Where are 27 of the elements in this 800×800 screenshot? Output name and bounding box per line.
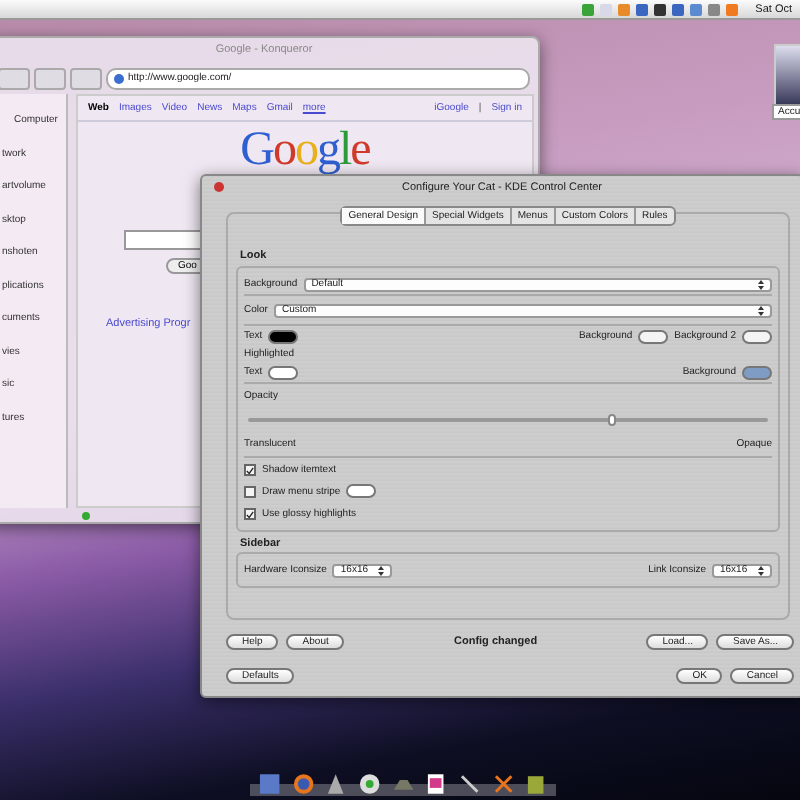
tools-icon[interactable] (491, 772, 515, 796)
spinner-arrows-icon (378, 565, 385, 575)
document-icon[interactable] (424, 772, 449, 796)
spinner-arrows-icon (758, 565, 764, 575)
spinner-arrows-icon (758, 279, 764, 289)
checkmark-icon (246, 465, 254, 475)
close-button[interactable] (214, 182, 224, 192)
color-swatch[interactable] (742, 329, 772, 343)
color-swatch[interactable] (638, 329, 669, 343)
color-swatch[interactable] (742, 365, 772, 379)
trash-icon[interactable] (524, 772, 549, 796)
logo: Google (240, 126, 370, 174)
checkmark-icon (246, 509, 254, 519)
color-swatch[interactable] (268, 329, 299, 343)
checkbox[interactable] (244, 485, 256, 497)
color-swatch[interactable] (268, 365, 299, 379)
checkbox[interactable] (244, 463, 256, 475)
globe-icon[interactable] (291, 772, 315, 796)
color-swatch[interactable] (346, 484, 377, 498)
spinner-arrows-icon (758, 305, 764, 315)
status-icon (82, 511, 90, 519)
globe-icon (114, 73, 124, 83)
cone-icon[interactable] (324, 772, 349, 796)
disc-icon[interactable] (358, 772, 382, 796)
window-icon[interactable] (258, 772, 282, 796)
slider-thumb[interactable] (608, 414, 616, 426)
checkbox[interactable] (244, 507, 256, 519)
